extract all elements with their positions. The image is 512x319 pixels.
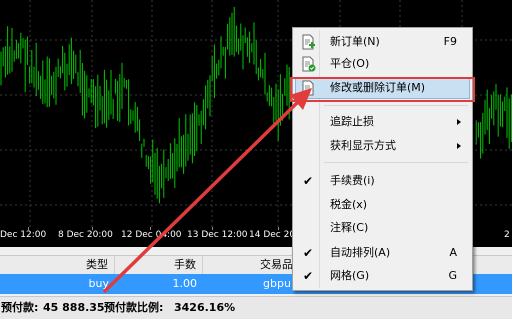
order-type: buy [88,277,109,290]
menu-item-label: 税金(x) [330,198,368,211]
menu-item-close-position[interactable]: 平仓(O) [295,53,470,75]
context-menu: 新订单(N) F9 平仓(O) 修改或删除订单(M) 追踪止损 获利显示方式 ✔… [292,27,473,291]
menu-item-label: 追踪止损 [330,115,374,128]
time-label: 12 Dec 04:00 [121,230,182,240]
menu-item-label: 自动排列(A) [330,246,391,259]
menu-item-label: 手续费(i) [330,174,375,187]
time-label: 8 Dec 20:00 [58,230,113,240]
highlight-box [290,77,475,102]
column-header-symbol[interactable]: 交易品 [203,256,299,274]
menu-item-label: 注释(C) [330,221,369,234]
menu-item-new-order[interactable]: 新订单(N) F9 [295,31,470,53]
status-bar: 预付款: 45 888.35 预付款比例: 3426.16% [0,296,512,319]
checkmark-icon: ✔ [303,269,314,283]
menu-item-profit-display[interactable]: 获利显示方式 [295,135,470,157]
order-symbol: gbpu [263,277,291,290]
menu-item-trailing-stop[interactable]: 追踪止损 [295,111,470,133]
menu-item-label: 网格(G) [330,269,370,282]
submenu-arrow-icon [457,119,461,125]
prepaid-ratio-value: 3426.16% [174,301,236,314]
menu-item-label: 获利显示方式 [330,139,396,152]
menu-separator [324,162,468,163]
menu-item-taxes[interactable]: 税金(x) [295,194,470,216]
prepaid-ratio-label: 预付款比例: [104,301,164,314]
menu-item-auto-arrange[interactable]: ✔ 自动排列(A) A [295,242,470,264]
menu-item-label: 平仓(O) [330,57,370,70]
menu-item-shortcut: G [448,269,457,282]
menu-item-commission[interactable]: ✔ 手续费(i) [295,170,470,192]
prepaid-label: 预付款: [1,301,39,314]
column-header-type[interactable]: 类型 [0,256,115,274]
menu-item-label: 新订单(N) [330,35,380,48]
menu-separator [324,105,468,106]
submenu-arrow-icon [457,143,461,149]
checkmark-icon: ✔ [303,246,314,260]
time-label: Dec 12:00 [0,230,47,240]
menu-item-grid[interactable]: ✔ 网格(G) G [295,265,470,287]
menu-item-shortcut: F9 [443,35,457,48]
time-label: 2 [504,230,510,240]
new-order-icon [300,34,316,53]
close-position-icon [300,56,316,75]
time-label: 13 Dec 12:00 [187,230,248,240]
menu-item-comment[interactable]: 注释(C) [295,217,470,239]
column-header-lots[interactable]: 手数 [115,256,203,274]
menu-item-shortcut: A [449,246,457,259]
prepaid-value: 45 888.35 [43,301,105,314]
checkmark-icon: ✔ [303,174,314,188]
order-lots: 1.00 [172,277,198,290]
